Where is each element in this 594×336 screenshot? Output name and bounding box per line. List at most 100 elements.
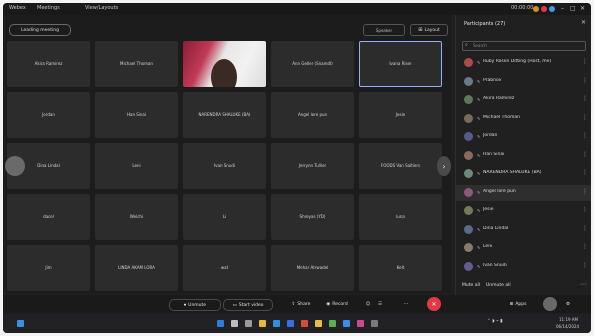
taskbar-time[interactable]: 11:19 AM [559,317,578,322]
taskbar-date[interactable]: 06/14/2024 [556,324,579,329]
menu-meetings[interactable]: Meetings [37,5,60,11]
microphone-muted-icon: ✎ [477,60,481,65]
close-icon[interactable]: ✕ [580,5,585,12]
participant-tile[interactable]: Ann Geller (Snamdl) [271,41,354,87]
start-icon[interactable] [217,320,224,327]
participant-list-item[interactable]: ✎ Prabnov ⋮ [456,74,591,90]
search-icon-taskbar[interactable] [231,320,238,327]
participant-tile[interactable]: NARENDRA SHALUKE (BA) [183,92,266,138]
minimize-icon[interactable]: – [561,5,564,12]
system-tray[interactable]: ⌃ ◗ ⌁ ▮ [487,319,503,324]
participant-tile[interactable]: Michael Thoman [95,41,178,87]
store-icon[interactable] [287,320,294,327]
participant-list-item[interactable]: ✎ Jordan ⋮ [456,129,591,145]
task-view-icon[interactable] [245,320,252,327]
maximize-icon[interactable]: □ [570,5,576,12]
participant-more-icon[interactable]: ⋮ [582,77,588,84]
edge-icon[interactable] [273,320,280,327]
participant-list-item[interactable]: ✎ Angel lore pun ⋮ [456,184,591,201]
excel-icon[interactable] [329,320,336,327]
leave-meeting-button[interactable]: ✕ [427,297,441,311]
participant-tile[interactable] [183,41,266,87]
start-video-button[interactable]: ▭ Start video [223,299,273,311]
participant-tile[interactable]: Jesie [359,92,442,138]
unmute-all-button[interactable]: Unmute all [486,283,511,288]
participant-tile[interactable]: LINDA AKAM LORA [95,245,178,291]
participant-list-item[interactable]: ✎ Michael Thoman ⋮ [456,111,591,127]
file-explorer-icon[interactable] [259,320,266,327]
participant-list-item[interactable]: ✎ Han Sinai ⋮ [456,148,591,164]
participant-tile[interactable]: Jordan [7,92,90,138]
meeting-info-button[interactable]: Leading meeting [9,24,71,36]
participant-more-icon[interactable]: ⋮ [582,132,588,139]
participant-search-input[interactable]: ⌕ Search [462,41,586,51]
next-page-button[interactable]: › [437,156,451,176]
participant-tile[interactable]: wat [183,245,266,291]
participant-more-icon[interactable]: ⋮ [582,243,588,250]
participant-list-item[interactable]: ✎ Leni ⋮ [456,240,591,256]
participant-tile[interactable]: Jim [7,245,90,291]
participant-tile[interactable]: Welchi [95,194,178,240]
teams-icon[interactable] [357,320,364,327]
settings-button[interactable]: ⚙ [563,299,573,309]
office-icon[interactable] [301,320,308,327]
participant-tile[interactable]: dacel [7,194,90,240]
participant-list-item[interactable]: ✎ NARENDRA SHALUKE (BA) ⋮ [456,166,591,182]
prev-page-button[interactable] [5,156,25,176]
participant-more-icon[interactable]: ⋮ [582,225,588,232]
participant-more-icon[interactable]: ⋮ [582,262,588,269]
apps-button[interactable]: ⊞ Apps [503,299,533,309]
share-button[interactable]: ⇪ Share [287,299,315,309]
participant-list-item[interactable]: ✎ Ivan Snudi ⋮ [456,259,591,275]
menu-webex[interactable]: Webex [9,5,26,11]
mute-all-button[interactable]: Mute all [462,283,480,288]
more-options-button[interactable]: ⋯ [401,299,411,309]
participant-tile[interactable]: Akira Ramirez [7,41,90,87]
participant-tile[interactable]: Han Sinai [95,92,178,138]
participant-more-icon[interactable]: ⋮ [582,206,588,213]
participant-tile[interactable]: Shreyas (YD) [271,194,354,240]
participant-name: Akira Ramirez [483,96,515,101]
avatar [464,132,473,141]
close-panel-icon[interactable]: ✕ [581,19,586,26]
webex-icon[interactable] [343,320,350,327]
participant-tile[interactable]: Ivana Riser [359,41,442,87]
self-avatar[interactable] [543,297,557,311]
layout-button[interactable]: ⊞ Layout [410,24,448,36]
participant-list-item[interactable]: ✎ Jesie ⋮ [456,203,591,219]
participant-more-icon[interactable]: ⋮ [582,169,588,176]
participant-list-item[interactable]: ✎ Akira Ramirez ⋮ [456,92,591,108]
participant-tile[interactable]: Kelt [359,245,442,291]
participant-more-icon[interactable]: ⋮ [582,151,588,158]
participant-tile[interactable]: FOODS Van Saltiers [359,143,442,189]
participant-tile[interactable]: luna [359,194,442,240]
app-icon[interactable] [371,320,378,327]
apps-icon: ⊞ [509,301,514,307]
participant-list-item[interactable]: ✎ Ruby Rosen Ditting (Host, me) ⋮ [456,55,591,71]
participant-name: NARENDRA SHALUKE (BA) [483,170,542,175]
participant-more-icon[interactable]: ⋮ [582,114,588,121]
mute-button[interactable]: ⏺ Unmute [169,299,221,311]
participant-tile[interactable]: Jerrynn Tullier [271,143,354,189]
participant-tile[interactable]: Angel lore pun [271,92,354,138]
menu-view-layouts[interactable]: View/Layouts [85,5,118,11]
more-options-icon[interactable]: ⋯ [580,281,586,288]
participant-tile[interactable]: Mehar Atrwadel [271,245,354,291]
speaker-view-button[interactable]: Speaker [363,24,405,36]
record-button[interactable]: ◉ Record [321,299,353,309]
participants-toggle-button[interactable]: ☰ [375,299,385,309]
participant-tile[interactable]: Ivan Snudi [183,143,266,189]
widgets-icon[interactable] [17,320,24,327]
reactions-button[interactable]: ☺ [363,299,373,309]
mute-all-label: Mute all [462,283,480,288]
participant-tile[interactable]: Leni [95,143,178,189]
microphone-muted-icon: ✎ [477,245,481,250]
meeting-stage: Leading meeting Speaker ⊞ Layout Akira R… [3,15,451,293]
chrome-icon[interactable] [315,320,322,327]
participant-more-icon[interactable]: ⋮ [582,58,588,65]
participant-list-item[interactable]: ✎ Dina Lindal ⋮ [456,222,591,238]
participant-more-icon[interactable]: ⋮ [582,95,588,102]
participant-more-icon[interactable]: ⋮ [582,188,588,195]
participant-tile[interactable]: Li [183,194,266,240]
participant-grid: Akira Ramirez Michael Thoman Ann Geller (S… [7,41,447,291]
